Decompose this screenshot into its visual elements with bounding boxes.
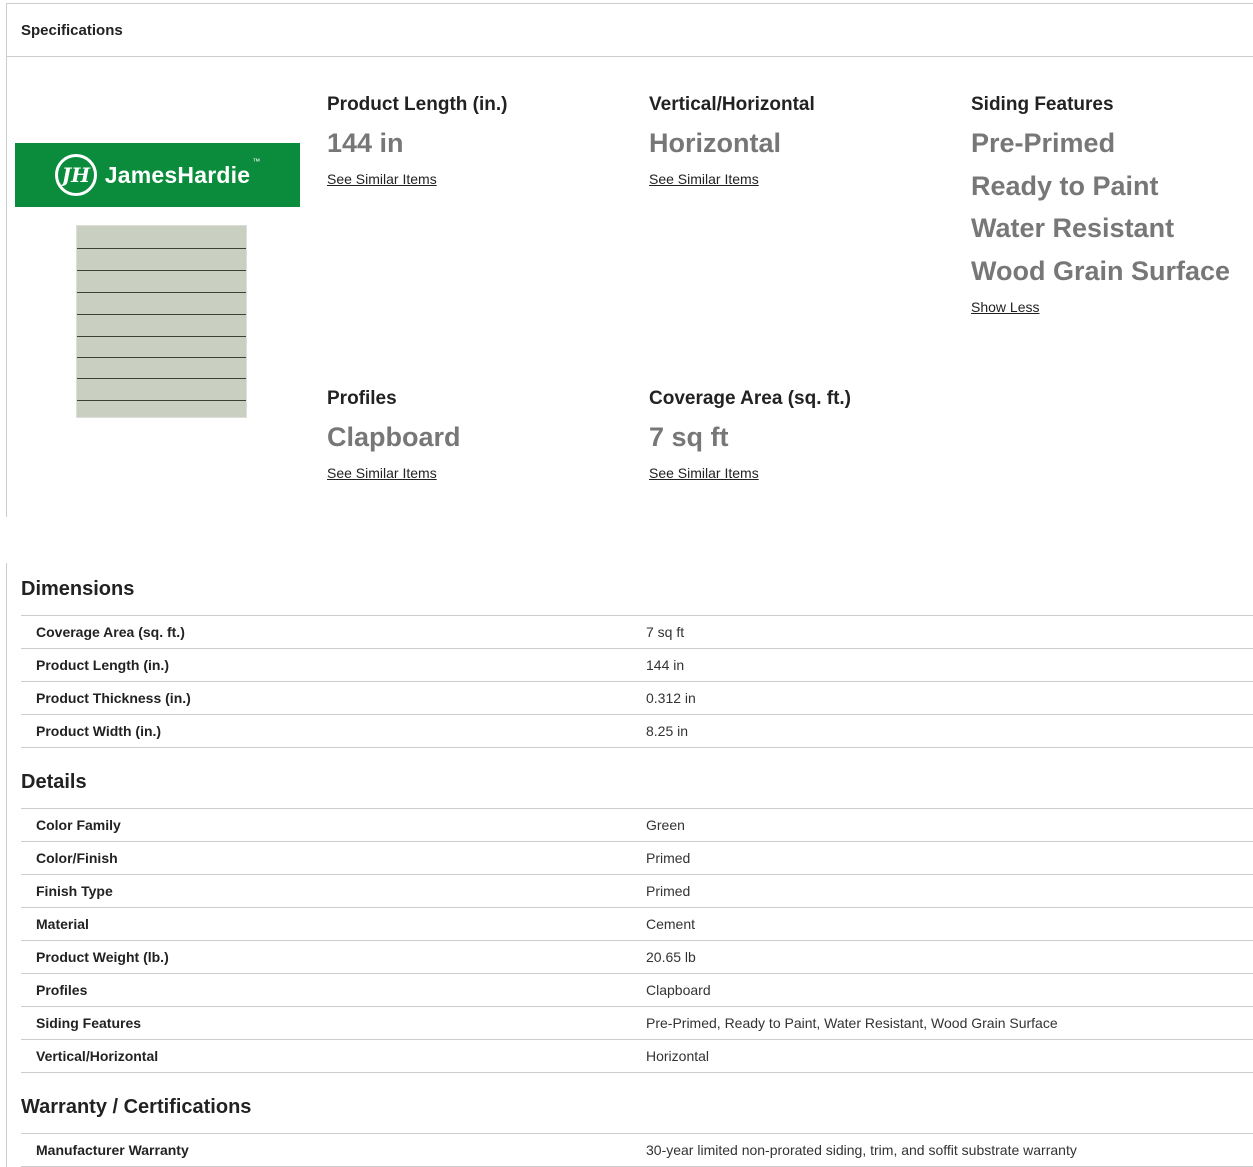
table-row: Color/Finish Primed [21, 842, 1253, 875]
details-title: Details [21, 771, 87, 793]
table-row: Product Thickness (in.) 0.312 in [21, 682, 1253, 715]
brand-name: JamesHardie [104, 161, 251, 188]
row-key: Product Width (in.) [36, 723, 162, 739]
product-image [76, 225, 247, 418]
row-key: Finish Type [36, 883, 113, 899]
row-key: Material [36, 916, 89, 932]
row-key: Color Family [36, 817, 121, 833]
row-value: Clapboard [646, 982, 711, 998]
see-similar-items-link[interactable]: See Similar Items [649, 171, 759, 187]
row-key: Coverage Area (sq. ft.) [36, 624, 185, 640]
row-key: Siding Features [36, 1015, 142, 1031]
row-value: Pre-Primed, Ready to Paint, Water Resist… [646, 1015, 1058, 1031]
row-key: Color/Finish [36, 850, 118, 866]
dimensions-table: Coverage Area (sq. ft.) 7 sq ft Product L… [21, 615, 1253, 748]
see-similar-items-link[interactable]: See Similar Items [649, 465, 759, 481]
table-row: Coverage Area (sq. ft.) 7 sq ft [21, 616, 1253, 649]
warranty-title: Warranty / Certifications [21, 1096, 252, 1118]
table-row: Siding Features Pre-Primed, Ready to Pain… [21, 1007, 1253, 1040]
row-value: 144 in [646, 657, 685, 673]
row-key: Product Weight (lb.) [36, 949, 169, 965]
table-row: Color Family Green [21, 809, 1253, 842]
table-row: Product Weight (lb.) 20.65 lb [21, 941, 1253, 974]
attr-value: 7 sq ft [649, 422, 729, 452]
row-value: 30-year limited non-prorated siding, tri… [646, 1142, 1077, 1158]
table-row: Finish Type Primed [21, 875, 1253, 908]
row-value: Cement [646, 916, 696, 932]
row-key: Profiles [36, 982, 88, 998]
details-table: Color Family Green Color/Finish Primed Fin… [21, 808, 1253, 1073]
attr-title: Product Length (in.) [327, 94, 508, 115]
attr-value: Ready to Paint [971, 170, 1159, 201]
row-key: Product Thickness (in.) [36, 690, 191, 706]
row-value: Green [646, 817, 685, 833]
table-row: Manufacturer Warranty 30-year limited non… [21, 1134, 1253, 1167]
attr-title: Coverage Area (sq. ft.) [649, 388, 852, 409]
brand-logo: JH JamesHardie ™ [15, 143, 300, 207]
row-key: Manufacturer Warranty [36, 1142, 189, 1158]
attr-profiles: Profiles Clapboard See Similar Items [327, 388, 461, 483]
attr-coverage-area: Coverage Area (sq. ft.) 7 sq ft See Simi… [649, 388, 851, 483]
table-row: Vertical/Horizontal Horizontal [21, 1040, 1253, 1073]
attr-title: Siding Features [971, 94, 1114, 115]
attr-title: Profiles [327, 388, 397, 409]
row-value: 20.65 lb [646, 949, 696, 965]
attr-value: Clapboard [327, 422, 461, 452]
table-row: Material Cement [21, 908, 1253, 941]
see-similar-items-link[interactable]: See Similar Items [327, 171, 437, 187]
attr-siding-features: Siding Features Pre-Primed Ready to Pain… [971, 94, 1230, 317]
row-value: Primed [646, 883, 691, 899]
row-value: Horizontal [646, 1048, 710, 1064]
row-value: 0.312 in [646, 690, 696, 706]
row-value: Primed [646, 850, 691, 866]
warranty-table: Manufacturer Warranty 30-year limited non… [21, 1133, 1253, 1167]
dimensions-title: Dimensions [21, 578, 135, 600]
attr-value: Horizontal [649, 128, 781, 158]
attr-value: Wood Grain Surface [971, 256, 1231, 287]
table-row: Product Width (in.) 8.25 in [21, 715, 1253, 748]
row-value: 7 sq ft [646, 624, 685, 640]
specification-tables: Dimensions Coverage Area (sq. ft.) 7 sq f… [6, 563, 1253, 1167]
table-row: Product Length (in.) 144 in [21, 649, 1253, 682]
attr-title: Vertical/Horizontal [649, 94, 815, 115]
table-row: Profiles Clapboard [21, 974, 1253, 1007]
trademark-icon: ™ [252, 157, 261, 166]
attr-value: Pre-Primed [971, 128, 1116, 158]
see-similar-items-link[interactable]: See Similar Items [327, 465, 437, 481]
attr-vertical-horizontal: Vertical/Horizontal Horizontal See Simil… [649, 94, 815, 189]
james-hardie-monogram-icon: JH [54, 154, 97, 196]
row-value: 8.25 in [646, 723, 689, 739]
row-key: Vertical/Horizontal [36, 1048, 159, 1064]
row-key: Product Length (in.) [36, 657, 169, 673]
show-less-link[interactable]: Show Less [971, 299, 1039, 315]
attr-product-length: Product Length (in.) 144 in See Similar … [327, 94, 507, 189]
attr-value: Water Resistant [971, 213, 1175, 244]
attr-value: 144 in [327, 128, 404, 158]
specifications-header: Specifications [7, 4, 1253, 57]
